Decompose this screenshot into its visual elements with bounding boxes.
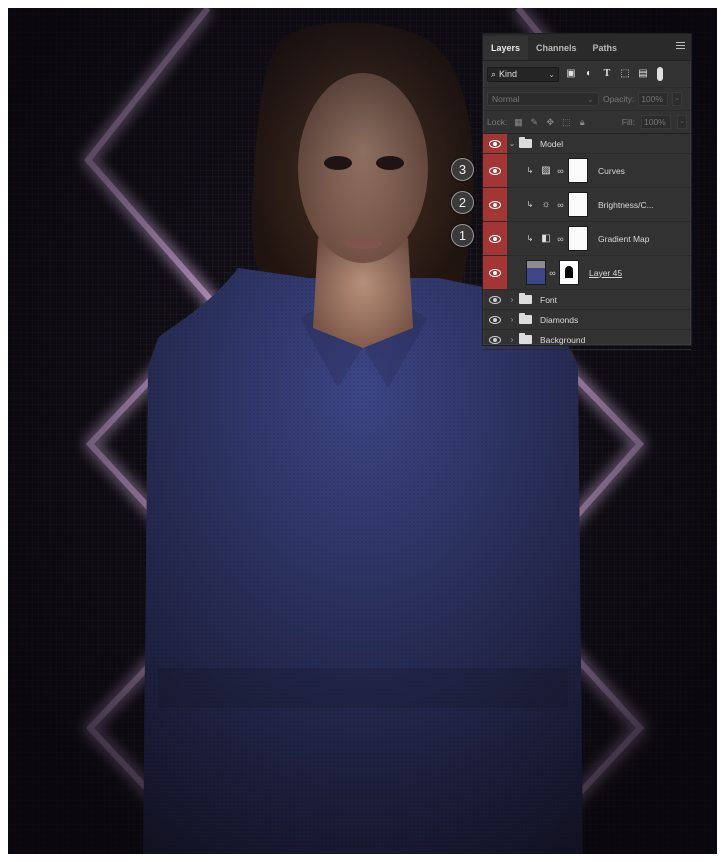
opacity-chevron-icon[interactable]: ⌄ [672,92,683,106]
filter-row: ⌕ Kind ⌄ ▣ ◐ T ⬚ ▤ [483,61,691,88]
layer-row-curves[interactable]: ↳ ▨ ∞ Curves [483,154,691,188]
fill-input[interactable]: 100% [641,115,671,129]
panel-menu-icon[interactable] [676,42,685,50]
blend-mode-dropdown[interactable]: Normal ⌄ [487,92,599,106]
layer-name: Curves [598,165,625,176]
layer-row-diamonds[interactable]: › Diamonds [483,310,691,330]
layer-row-gradient-map[interactable]: ↳ ◧ ∞ Gradient Map [483,222,691,256]
opacity-input[interactable]: 100% [638,92,669,106]
image-filter-icon[interactable]: ▣ [565,68,577,80]
lock-all-icon[interactable]: 🔒︎ [577,117,587,127]
lock-paint-icon[interactable]: ✎ [529,117,539,127]
layer-mask-thumbnail[interactable] [568,226,588,251]
fill-label: Fill: [621,117,635,127]
kind-filter-dropdown[interactable]: ⌕ Kind ⌄ [487,66,559,82]
visibility-eye-icon[interactable] [483,290,507,309]
folder-icon [519,313,532,324]
fill-chevron-icon[interactable]: ⌄ [677,115,687,129]
visibility-eye-icon[interactable] [483,256,507,289]
type-filter-icon[interactable]: T [601,68,613,80]
visibility-eye-icon[interactable] [483,154,507,187]
step-badge-1: 1 [451,224,474,247]
layer-row-model[interactable]: ⌄ Model [483,134,691,154]
layer-mask-thumbnail[interactable] [568,158,588,183]
lock-label: Lock: [487,117,508,127]
filter-toggle[interactable] [657,67,663,81]
blend-row: Normal ⌄ Opacity: 100% ⌄ [483,88,691,111]
step-badge-3: 3 [451,158,474,181]
chevron-right-icon[interactable]: › [507,295,517,304]
link-icon: ∞ [557,233,564,244]
tab-paths[interactable]: Paths [585,36,626,60]
clipping-arrow-icon: ↳ [526,166,534,175]
layer-name: Model [540,138,564,149]
search-icon: ⌕ [491,68,497,79]
visibility-eye-icon[interactable] [483,188,507,221]
layer-name: Gradient Map [598,233,650,244]
visibility-eye-icon[interactable] [483,222,507,255]
gradient-map-icon: ◧ [541,232,551,244]
lock-transparent-icon[interactable]: ▦ [513,117,523,127]
chevron-right-icon[interactable]: › [507,315,517,324]
layer-name: Brightness/C... [598,199,654,210]
lock-row: Lock: ▦ ✎ ✥ ⬚ 🔒︎ Fill: 100% ⌄ [483,111,691,134]
chevron-down-icon[interactable]: ⌄ [507,139,517,148]
step-badge-2: 2 [451,191,474,214]
layer-name: Diamonds [540,314,579,325]
blend-mode-value: Normal [492,94,520,104]
visibility-eye-icon[interactable] [483,310,507,329]
curves-icon: ▨ [541,164,551,176]
opacity-label: Opacity: [603,94,635,104]
layer-row-brightness[interactable]: ↳ ☼ ∞ Brightness/C... [483,188,691,222]
smart-object-filter-icon[interactable]: ▤ [637,68,649,80]
clipping-arrow-icon: ↳ [526,234,534,243]
layer-name: Layer 45 [589,267,623,278]
layers-panel: Layers Channels Paths ⌕ Kind ⌄ ▣ ◐ T ⬚ ▤… [482,33,692,350]
kind-label: Kind [499,69,518,79]
layer-thumbnail[interactable] [526,260,546,285]
clipping-arrow-icon: ↳ [526,200,534,209]
layer-mask-thumbnail[interactable] [559,260,579,285]
layer-row-background[interactable]: › Background [483,330,691,350]
folder-icon [519,333,532,344]
chevron-down-icon: ⌄ [586,94,594,104]
link-icon: ∞ [557,165,564,176]
lock-position-icon[interactable]: ✥ [545,117,555,127]
folder-icon [519,293,532,304]
shape-filter-icon[interactable]: ⬚ [619,68,631,80]
link-icon: ∞ [549,267,556,278]
folder-icon [519,137,532,148]
layers-list: ⌄ Model ↳ ▨ ∞ Curves ↳ ☼ ∞ Brightness/C.… [483,134,691,350]
chevron-right-icon[interactable]: › [507,335,517,344]
layer-name: Font [540,294,558,305]
visibility-eye-icon[interactable] [483,330,507,349]
chevron-down-icon: ⌄ [548,69,555,79]
layer-row-layer-45[interactable]: ∞ Layer 45 [483,256,691,290]
brightness-icon: ☼ [541,198,551,210]
tab-layers[interactable]: Layers [483,36,529,60]
layer-mask-thumbnail[interactable] [568,192,588,217]
panel-tabs: Layers Channels Paths [483,34,691,61]
visibility-eye-icon[interactable] [483,134,507,153]
tab-channels[interactable]: Channels [528,36,585,60]
layer-name: Background [540,334,586,345]
lock-artboard-icon[interactable]: ⬚ [561,117,571,127]
adjustment-filter-icon[interactable]: ◐ [583,68,595,80]
link-icon: ∞ [557,199,564,210]
layer-row-font[interactable]: › Font [483,290,691,310]
